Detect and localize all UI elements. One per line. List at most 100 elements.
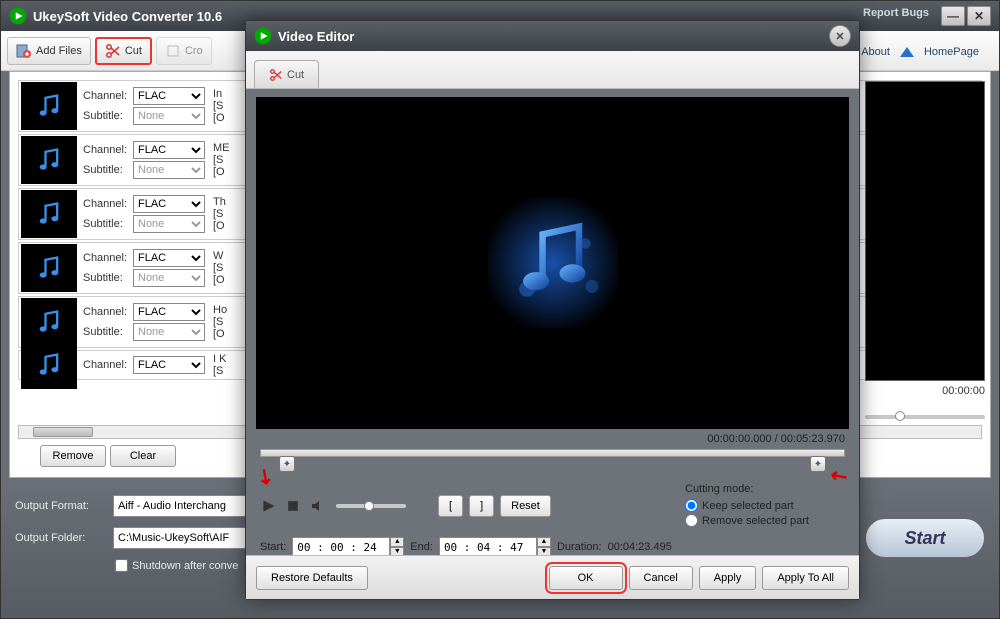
file-thumbnail xyxy=(21,341,77,389)
cut-start-handle[interactable]: ✦ xyxy=(279,456,295,472)
ok-button[interactable]: OK xyxy=(549,566,623,590)
volume-thumb[interactable] xyxy=(364,501,374,511)
remove-selected-radio[interactable] xyxy=(685,514,698,527)
subtitle-label: Subtitle: xyxy=(83,218,131,230)
keep-selected-option[interactable]: Keep selected part xyxy=(685,499,845,512)
apply-to-all-button[interactable]: Apply To All xyxy=(762,566,849,590)
stop-icon xyxy=(287,500,299,512)
duration-value: 00:04:23.495 xyxy=(608,541,672,553)
file-thumbnail xyxy=(21,190,77,238)
channel-select[interactable]: FLAC xyxy=(133,303,205,321)
cut-end-handle[interactable]: ✦ xyxy=(810,456,826,472)
subtitle-label: Subtitle: xyxy=(83,272,131,284)
preview-time: 00:00:00 xyxy=(865,385,985,397)
cut-timeline[interactable]: ✦ ✦ ↘ ↘ xyxy=(260,449,845,457)
add-files-button[interactable]: Add Files xyxy=(7,37,91,65)
scrollbar-thumb[interactable] xyxy=(33,427,93,437)
preview-seek-thumb[interactable] xyxy=(895,411,905,421)
reset-button[interactable]: Reset xyxy=(500,495,551,517)
subtitle-label: Subtitle: xyxy=(83,326,131,338)
add-files-label: Add Files xyxy=(36,45,82,57)
cancel-button[interactable]: Cancel xyxy=(629,566,693,590)
channel-label: Channel: xyxy=(83,144,131,156)
file-meta: ME[S[O xyxy=(213,142,230,178)
remove-selected-option[interactable]: Remove selected part xyxy=(685,514,845,527)
start-time-input[interactable] xyxy=(292,537,390,557)
cut-toolbar-button[interactable]: Cut xyxy=(95,37,152,65)
add-files-icon xyxy=(16,43,32,59)
duration-label: Duration: xyxy=(557,541,602,553)
play-button[interactable] xyxy=(260,497,278,515)
channel-select[interactable]: FLAC xyxy=(133,87,205,105)
apply-button[interactable]: Apply xyxy=(699,566,757,590)
preview-seek-slider[interactable] xyxy=(865,415,985,419)
modal-footer: Restore Defaults OK Cancel Apply Apply T… xyxy=(246,555,859,599)
channel-label: Channel: xyxy=(83,198,131,210)
set-start-bracket-button[interactable]: [ xyxy=(438,495,463,517)
start-spin-up[interactable]: ▲ xyxy=(390,537,404,547)
stop-button[interactable] xyxy=(284,497,302,515)
keep-selected-radio[interactable] xyxy=(685,499,698,512)
end-time-spinner[interactable]: ▲▼ xyxy=(439,537,551,557)
set-end-bracket-button[interactable]: ] xyxy=(469,495,494,517)
file-meta: Ho[S[O xyxy=(213,304,227,340)
playback-row: [ ] Reset Cutting mode: Keep selected pa… xyxy=(260,483,845,529)
output-format-label: Output Format: xyxy=(15,500,105,512)
tab-cut-label: Cut xyxy=(287,69,304,81)
channel-label: Channel: xyxy=(83,90,131,102)
modal-tabs: Cut xyxy=(246,51,859,89)
preview-pane: 00:00:00 xyxy=(865,81,985,421)
app-logo-icon xyxy=(9,7,27,25)
restore-defaults-button[interactable]: Restore Defaults xyxy=(256,566,368,590)
subtitle-select[interactable]: None xyxy=(133,323,205,341)
end-time-input[interactable] xyxy=(439,537,537,557)
cutting-mode-label: Cutting mode: xyxy=(685,483,845,495)
modal-close-button[interactable]: ✕ xyxy=(829,25,851,47)
minimize-button[interactable]: — xyxy=(941,6,965,26)
mute-button[interactable] xyxy=(308,497,326,515)
file-thumbnail xyxy=(21,82,77,130)
channel-label: Channel: xyxy=(83,306,131,318)
channel-select[interactable]: FLAC xyxy=(133,195,205,213)
cut-toolbar-label: Cut xyxy=(125,45,142,57)
file-meta: In[S[O xyxy=(213,88,225,124)
channel-select[interactable]: FLAC xyxy=(133,141,205,159)
file-meta: I K[S xyxy=(213,353,226,377)
modal-title: Video Editor xyxy=(278,29,829,44)
subtitle-select[interactable]: None xyxy=(133,215,205,233)
subtitle-select[interactable]: None xyxy=(133,161,205,179)
crop-toolbar-label: Cro xyxy=(185,45,203,57)
shutdown-checkbox[interactable] xyxy=(115,559,128,572)
modal-titlebar: Video Editor ✕ xyxy=(246,21,859,51)
homepage-link[interactable]: HomePage xyxy=(924,46,979,58)
preview-viewport xyxy=(865,81,985,381)
music-note-icon xyxy=(488,198,618,328)
video-editor-dialog: Video Editor ✕ Cut 00:00:00.000 / 00:05:… xyxy=(245,20,860,600)
file-meta: W[S[O xyxy=(213,250,225,286)
clear-button[interactable]: Clear xyxy=(110,445,176,467)
close-main-button[interactable]: ✕ xyxy=(967,6,991,26)
about-link[interactable]: About xyxy=(861,46,890,58)
start-button[interactable]: Start xyxy=(865,518,985,558)
channel-select[interactable]: FLAC xyxy=(133,249,205,267)
volume-slider[interactable] xyxy=(336,504,406,508)
play-icon xyxy=(262,499,276,513)
subtitle-label: Subtitle: xyxy=(83,110,131,122)
tab-cut[interactable]: Cut xyxy=(254,60,319,88)
subtitle-label: Subtitle: xyxy=(83,164,131,176)
subtitle-select[interactable]: None xyxy=(133,107,205,125)
speaker-icon xyxy=(310,499,324,513)
end-spin-up[interactable]: ▲ xyxy=(537,537,551,547)
crop-icon xyxy=(165,43,181,59)
file-thumbnail xyxy=(21,244,77,292)
start-time-spinner[interactable]: ▲▼ xyxy=(292,537,404,557)
crop-toolbar-button[interactable]: Cro xyxy=(156,37,212,65)
scissors-icon xyxy=(105,43,121,59)
keep-selected-label: Keep selected part xyxy=(702,500,794,512)
shutdown-label: Shutdown after conve xyxy=(132,560,238,572)
subtitle-select[interactable]: None xyxy=(133,269,205,287)
time-edit-row: Start: ▲▼ End: ▲▼ Duration: 00:04:23.495 xyxy=(260,537,845,557)
remove-button[interactable]: Remove xyxy=(40,445,106,467)
channel-select[interactable]: FLAC xyxy=(133,356,205,374)
report-bugs-link[interactable]: Report Bugs xyxy=(863,7,929,19)
